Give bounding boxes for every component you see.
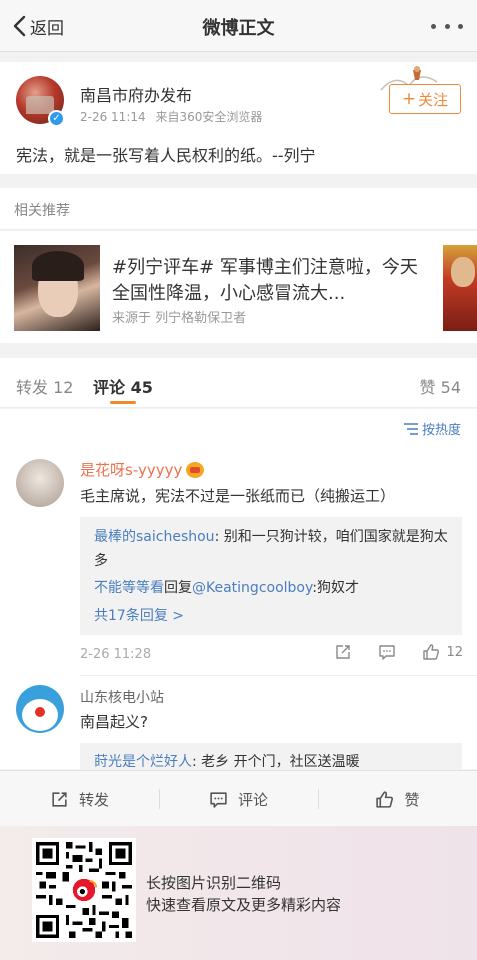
comment-button[interactable]: 评论 (159, 771, 318, 827)
sort-button[interactable]: 按热度 (403, 419, 461, 438)
reply-connector: 回复 (164, 580, 192, 596)
qr-code-icon (36, 842, 132, 938)
reply-text: :狗奴才 (312, 580, 359, 596)
reply-box[interactable]: 最棒的saicheshou: 别和一只狗计较，咱们国家就是狗太多 不能等等看回复… (80, 517, 462, 635)
comment-repost-button[interactable] (334, 643, 352, 661)
qr-code[interactable] (32, 838, 136, 942)
post-meta: 2-26 11:14 来自360安全浏览器 (80, 108, 262, 125)
share-icon (336, 645, 351, 659)
qr-banner: 长按图片识别二维码 快速查看原文及更多精彩内容 (0, 826, 477, 960)
bottom-action-bar: 转发 评论 赞 (0, 770, 477, 826)
post-card: ✓ 南昌市府办发布 2-26 11:14 来自360安全浏览器 + 关注 宪法，… (0, 62, 477, 174)
reply-item: 不能等等看回复@Keatingcoolboy:狗奴才 (94, 577, 359, 597)
interaction-tabs: 转发 12 评论 45 赞 54 (0, 358, 477, 408)
commenter-avatar[interactable] (16, 459, 64, 507)
qr-caption: 长按图片识别二维码 快速查看原文及更多精彩内容 (146, 872, 341, 916)
follow-label: 关注 (418, 90, 449, 109)
page-title: 微博正文 (202, 18, 275, 39)
related-item[interactable]: #列宁评车# 军事博主们注意啦，今天全国性降温，小心感冒流大... 来源于 列宁… (0, 231, 477, 343)
author-name[interactable]: 南昌市府办发布 (80, 82, 192, 106)
commenter-name[interactable]: 是花呀s-yyyyy (80, 459, 205, 480)
share-icon (52, 791, 67, 807)
comment-actions: 12 (308, 643, 463, 661)
post-time: 2-26 11:14 (80, 110, 146, 124)
comment-reply-button[interactable] (378, 643, 396, 661)
commenter-name[interactable]: 山东核电小站 (80, 687, 164, 707)
comment-text: 南昌起义? (80, 713, 148, 731)
thumbs-up-icon (376, 790, 394, 808)
related-section-header: 相关推荐 (0, 188, 477, 230)
post-source: 来自360安全浏览器 (155, 110, 263, 124)
comment-like-count: 12 (446, 644, 463, 660)
nav-bar: 返回 微博正文 (0, 0, 477, 52)
comment-list: 按热度 是花呀s-yyyyy 毛主席说，宪法不过是一张纸而已（纯搬运工） 最棒的… (0, 409, 477, 769)
qr-caption-line1: 长按图片识别二维码 (146, 874, 282, 892)
repost-label: 转发 (78, 790, 109, 809)
reply-user[interactable]: 莳光是个烂好人 (94, 754, 192, 769)
plus-icon: + (401, 89, 417, 109)
sort-label: 按热度 (421, 423, 461, 438)
reply-user[interactable]: 不能等等看 (94, 580, 164, 596)
qr-caption-line2: 快速查看原文及更多精彩内容 (146, 896, 342, 914)
reply-user[interactable]: 最棒的saicheshou (94, 529, 215, 545)
comment-text: 毛主席说，宪法不过是一张纸而已（纯搬运工） (80, 487, 396, 505)
comment-icon (379, 645, 396, 660)
follow-button[interactable]: + 关注 (389, 84, 461, 114)
comment-label: 评论 (237, 790, 268, 809)
related-thumbnail-next[interactable] (443, 245, 477, 331)
repost-button[interactable]: 转发 (0, 771, 159, 827)
tab-repost[interactable]: 转发 12 (16, 374, 73, 398)
reply-mention[interactable]: @Keatingcoolboy (192, 580, 312, 596)
tab-like[interactable]: 赞 54 (420, 374, 461, 398)
verified-badge-icon: ✓ (48, 110, 65, 127)
comment-divider (80, 675, 477, 676)
active-tab-indicator (110, 401, 136, 404)
like-label: 赞 (404, 790, 420, 809)
more-icon[interactable] (431, 12, 463, 40)
related-thumbnail (14, 245, 100, 331)
related-label: 相关推荐 (14, 203, 70, 219)
comment-icon (210, 791, 227, 808)
related-source: 来源于 列宁格勒保卫者 (112, 311, 247, 326)
commenter-name-text: 是花呀s-yyyyy (80, 461, 183, 479)
like-button[interactable]: 赞 (318, 771, 477, 827)
more-replies-link[interactable]: 共17条回复 > (94, 605, 184, 625)
comment-like-button[interactable]: 12 (422, 643, 463, 661)
reply-item: 莳光是个烂好人: 老乡 开个门，社区送温暖 (94, 751, 360, 769)
thumbs-up-icon (423, 644, 440, 660)
reply-item: 最棒的saicheshou: 别和一只狗计较，咱们国家就是狗太多 (94, 525, 452, 573)
commenter-avatar[interactable] (16, 685, 64, 733)
reply-text: : 老乡 开个门，社区送温暖 (192, 754, 360, 769)
vip-crown-icon (186, 461, 205, 478)
reply-box[interactable]: 莳光是个烂好人: 老乡 开个门，社区送温暖 (80, 743, 462, 769)
tab-comment[interactable]: 评论 45 (93, 374, 153, 398)
post-text: 宪法，就是一张写着人民权利的纸。--列宁 (16, 146, 316, 165)
sort-icon (403, 422, 418, 435)
comment-time: 2-26 11:28 (80, 647, 152, 662)
related-headline: #列宁评车# 军事博主们注意啦，今天全国性降温，小心感冒流大... (112, 257, 418, 304)
